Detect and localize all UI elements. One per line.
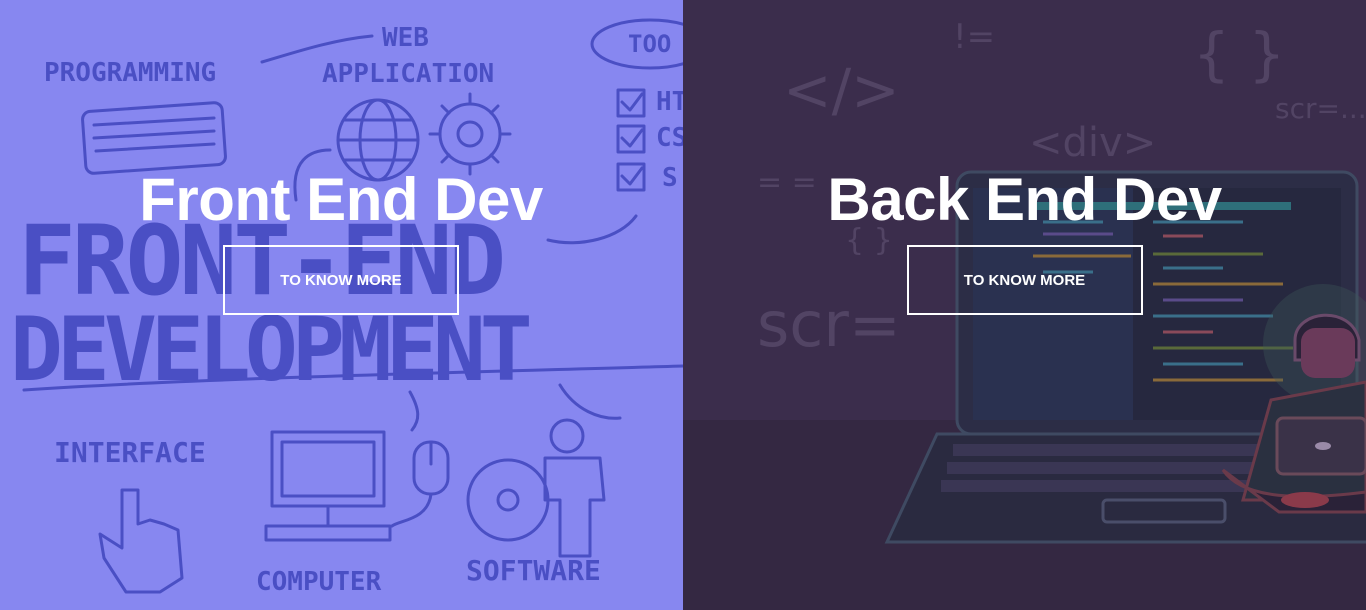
svg-text:INTERFACE: INTERFACE [54,436,206,469]
mouse-icon [390,440,450,528]
monitor-icon [264,430,392,542]
back-end-know-more-button[interactable]: TO KNOW MORE [906,245,1143,315]
gear-icon [428,92,512,176]
back-end-panel[interactable]: </> != { } scr=... <div> = = { } scr= Ba… [683,0,1366,610]
svg-text:CS: CS [656,123,683,153]
svg-text:{ }: { } [1193,20,1285,88]
keyboard-icon [81,101,227,175]
svg-text:APPLICATION: APPLICATION [322,59,494,89]
hand-cursor-icon [98,488,184,594]
disc-icon [466,458,550,542]
front-end-title: Front End Dev [139,166,543,233]
front-end-know-more-button[interactable]: TO KNOW MORE [223,245,459,315]
back-end-title: Back End Dev [827,166,1222,233]
svg-text:TOO: TOO [628,30,671,58]
front-end-content: Front End Dev TO KNOW MORE [0,165,683,315]
svg-text:HT: HT [656,87,683,117]
svg-text:COMPUTER: COMPUTER [256,567,382,597]
svg-text:PROGRAMMING: PROGRAMMING [44,58,216,88]
svg-text:SOFTWARE: SOFTWARE [466,554,601,587]
svg-text:!=: != [953,17,995,57]
hero-split: PROGRAMMING WEB APPLICATION TOO FRONT-EN… [0,0,1366,610]
developer-person-icon [1221,284,1366,514]
svg-text:</>: </> [783,56,900,124]
svg-text:WEB: WEB [382,23,429,53]
back-end-content: Back End Dev TO KNOW MORE [683,165,1366,315]
svg-text:scr=...: scr=... [1275,92,1366,125]
front-end-panel[interactable]: PROGRAMMING WEB APPLICATION TOO FRONT-EN… [0,0,683,610]
person-icon [543,418,606,558]
svg-text:<div>: <div> [1029,120,1156,166]
